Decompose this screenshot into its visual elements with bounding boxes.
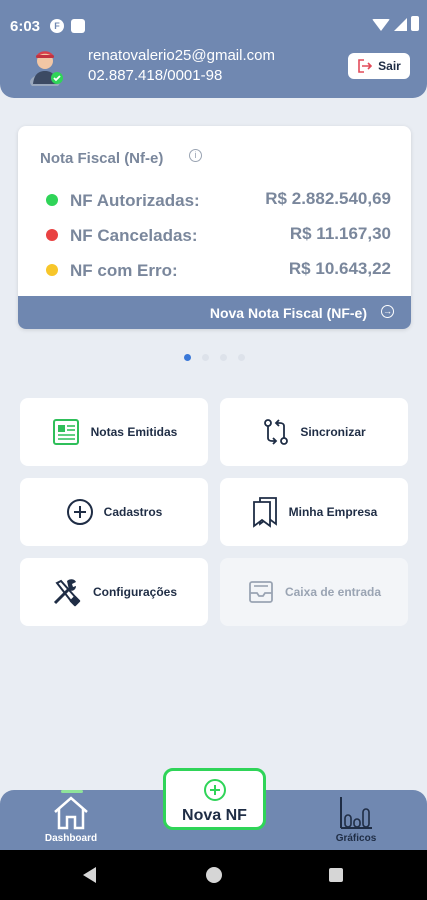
tile-configuracoes[interactable]: Configurações: [20, 558, 208, 626]
tile-sincronizar[interactable]: Sincronizar: [220, 398, 408, 466]
pager-dot[interactable]: [238, 354, 245, 361]
bookmarks-icon: [252, 497, 277, 528]
nf-error-label: NF com Erro:: [70, 261, 178, 280]
nf-cancelled-value: R$ 11.167,30: [289, 224, 391, 243]
status-time: 6:03: [10, 18, 41, 35]
arrow-right-circle-icon: →: [381, 305, 394, 318]
status-dot-green-icon: [46, 194, 58, 206]
tools-icon: [53, 579, 81, 607]
pager-dot[interactable]: [202, 354, 209, 361]
card-title: Nota Fiscal (Nf-e): [40, 150, 164, 167]
wifi-icon: [372, 19, 390, 31]
new-nf-label: Nova NF: [182, 807, 247, 824]
tile-cadastros[interactable]: Cadastros: [20, 478, 208, 546]
tile-label: Minha Empresa: [288, 505, 378, 519]
bar-chart-icon: [340, 797, 372, 829]
back-icon[interactable]: [83, 867, 96, 883]
pager-dot-active[interactable]: [184, 354, 191, 361]
home-icon: [54, 796, 88, 830]
nav-dashboard-label: Dashboard: [44, 833, 98, 844]
new-nfe-label: Nova Nota Fiscal (NF-e): [209, 305, 367, 321]
battery-icon: [411, 16, 419, 31]
status-dot-yellow-icon: [46, 264, 58, 276]
tile-notas-emitidas[interactable]: Notas Emitidas: [20, 398, 208, 466]
document-list-icon: [52, 419, 79, 445]
nav-graficos-label: Gráficos: [335, 833, 377, 844]
active-tab-indicator: [61, 790, 83, 793]
nf-row-authorized: NF Autorizadas: R$ 2.882.540,69: [46, 189, 391, 211]
system-navigation-bar: [0, 850, 427, 900]
status-bar: 6:03 F: [0, 0, 427, 40]
app-header: 6:03 F renatovalerio25@gmail.com 02.887.…: [0, 0, 427, 98]
notification-icons: F: [50, 19, 85, 33]
new-nfe-button[interactable]: Nova Nota Fiscal (NF-e) →: [18, 296, 411, 329]
tile-label: Cadastros: [103, 505, 163, 519]
home-button-icon[interactable]: [206, 867, 222, 883]
tile-label: Notas Emitidas: [90, 425, 178, 439]
carousel-pager: [184, 354, 245, 361]
nf-authorized-label: NF Autorizadas:: [70, 191, 200, 210]
recent-apps-icon[interactable]: [329, 868, 343, 882]
logout-label: Sair: [378, 59, 401, 73]
nf-error-value: R$ 10.643,22: [288, 259, 391, 278]
nf-cancelled-label: NF Canceladas:: [70, 226, 198, 245]
sync-icon: [264, 419, 289, 445]
plus-circle-icon: [66, 499, 93, 525]
info-icon[interactable]: i: [189, 149, 202, 162]
logout-button[interactable]: Sair: [348, 53, 410, 79]
nf-row-cancelled: NF Canceladas: R$ 11.167,30: [46, 224, 391, 246]
inbox-icon: [249, 581, 273, 603]
app-notification-icon: F: [50, 19, 64, 33]
system-status-icons: [372, 16, 419, 31]
logout-icon: [358, 59, 373, 73]
nav-dashboard[interactable]: Dashboard: [43, 790, 99, 845]
nf-row-error: NF com Erro: R$ 10.643,22: [46, 259, 391, 281]
tile-label: Configurações: [92, 585, 177, 599]
new-nf-button[interactable]: Nova NF: [163, 768, 266, 830]
tile-label: Sincronizar: [300, 425, 366, 439]
plus-circle-icon: [204, 779, 226, 801]
nfe-summary-card[interactable]: Nota Fiscal (Nf-e) i NF Autorizadas: R$ …: [18, 126, 411, 329]
signal-icon: [394, 18, 407, 31]
tile-label: Caixa de entrada: [284, 585, 382, 599]
user-email: renatovalerio25@gmail.com: [88, 47, 275, 64]
pager-dot[interactable]: [220, 354, 227, 361]
tile-caixa-de-entrada: Caixa de entrada: [220, 558, 408, 626]
tile-minha-empresa[interactable]: Minha Empresa: [220, 478, 408, 546]
nf-authorized-value: R$ 2.882.540,69: [265, 189, 391, 208]
user-document: 02.887.418/0001-98: [88, 67, 223, 84]
sim-card-icon: [71, 19, 85, 33]
nav-graficos[interactable]: Gráficos: [328, 795, 384, 845]
user-avatar-icon: [30, 51, 63, 86]
status-dot-red-icon: [46, 229, 58, 241]
